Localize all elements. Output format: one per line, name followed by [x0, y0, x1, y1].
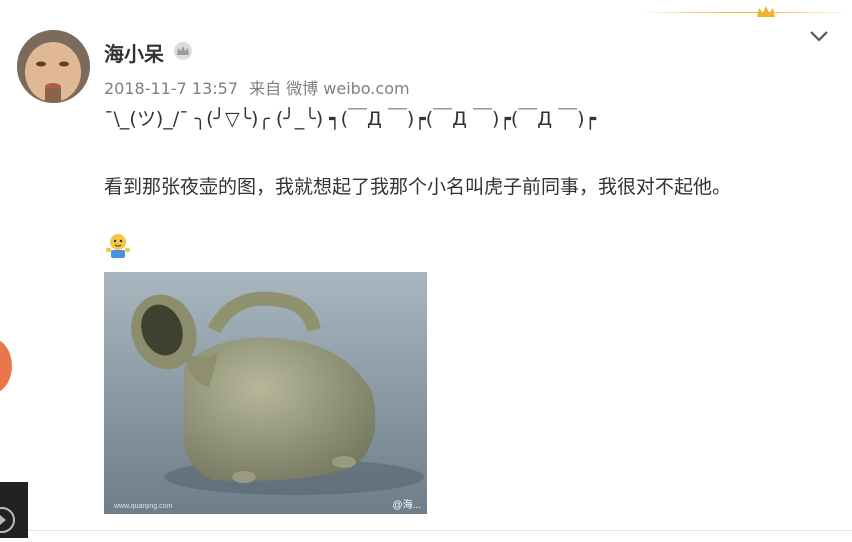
play-icon: [0, 507, 15, 533]
celadon-chamber-pot-image: [104, 272, 427, 514]
crown-icon: [757, 6, 775, 17]
post-timestamp[interactable]: 2018-11-7 13:57: [104, 79, 238, 98]
post-image[interactable]: www.quanjing.com @海...: [104, 272, 427, 514]
vip-crown-icon: [174, 42, 192, 60]
weibo-post-card: 海小呆 2018-11-7 13:57 来自 微博 weibo.com ¯\_(…: [0, 0, 852, 538]
image-watermark-left: www.quanjing.com: [114, 503, 173, 510]
chevron-down-icon[interactable]: [808, 28, 830, 44]
divider: [28, 530, 852, 531]
post-source: 来自 微博 weibo.com: [249, 79, 410, 98]
side-float-button[interactable]: [0, 338, 12, 394]
post-meta: 2018-11-7 13:57 来自 微博 weibo.com: [104, 75, 416, 99]
post-text: 看到那张夜壶的图，我就想起了我那个小名叫虎子前同事，我很对不起他。: [104, 176, 732, 198]
avatar-image: [17, 30, 90, 103]
post-kaomoji: ¯\_(ツ)_/¯ ╮(╯▽╰)╭ (╯_╰) ┑(￣Д ￣)┍(￣Д ￣)┍(…: [104, 108, 597, 130]
image-watermark-right: @海...: [392, 500, 422, 511]
shrug-emoji-icon: [106, 234, 130, 258]
side-video-control[interactable]: [0, 482, 28, 538]
decor-gold-line: [640, 12, 852, 13]
username[interactable]: 海小呆: [104, 38, 164, 67]
avatar[interactable]: [17, 30, 90, 103]
